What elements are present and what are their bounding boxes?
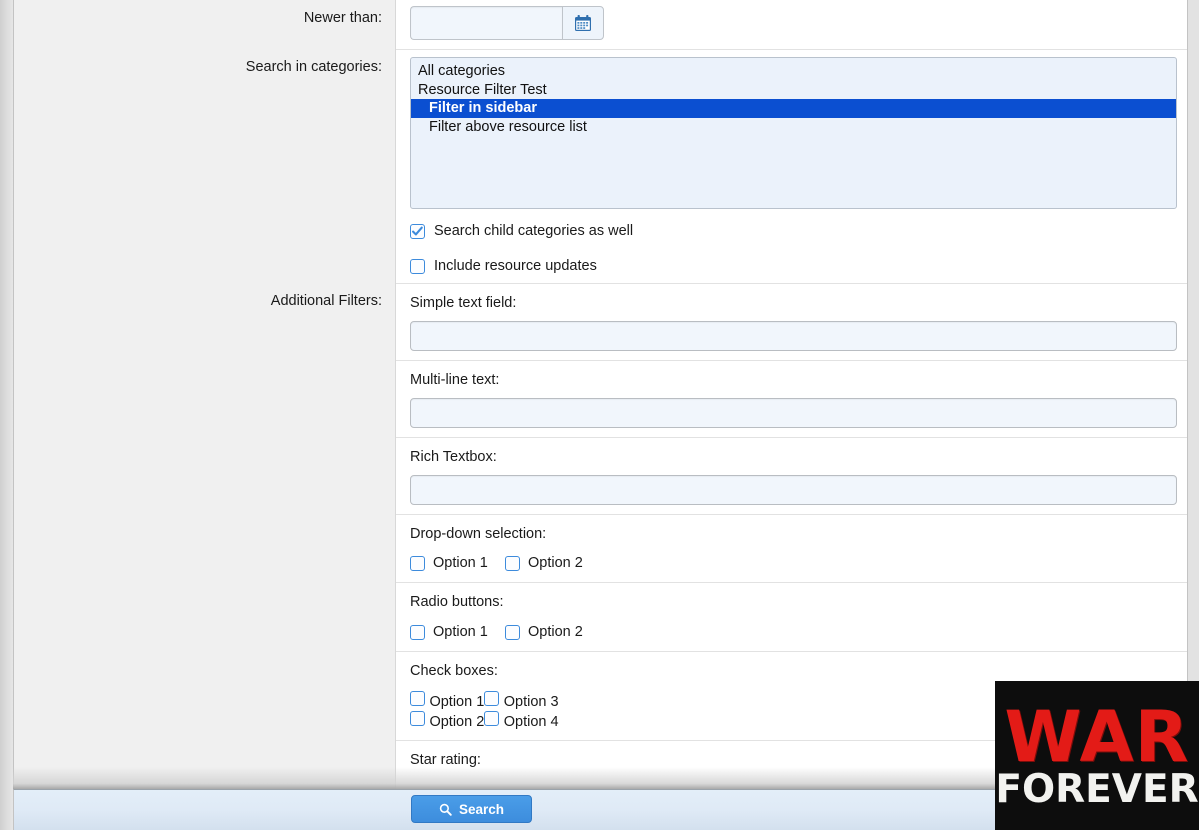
cell-star-rating: Star rating:	[396, 740, 1187, 789]
form-rows: Newer than: Search in categories: All ca…	[14, 0, 1187, 789]
radio-option-label: Option 2	[528, 624, 583, 641]
radio-option[interactable]: Option 1	[410, 624, 505, 640]
label-spacer-multi-line	[14, 360, 396, 378]
form-row-rich-textbox: Rich Textbox:	[14, 436, 1187, 514]
dropdown-option[interactable]: Option 2	[505, 555, 600, 571]
newer-than-date-input[interactable]	[410, 6, 562, 40]
check-boxes-row: Option 2 Option 4	[410, 711, 1177, 731]
form-row-radio-buttons: Radio buttons: Option 1 Option 2	[14, 582, 1187, 652]
listbox-option[interactable]: All categories	[411, 62, 1176, 81]
include-resource-updates-row[interactable]: Include resource updates	[410, 258, 1177, 274]
checkbox-unchecked-icon[interactable]	[410, 555, 425, 571]
cell-search-in-categories: All categories Resource Filter Test Filt…	[396, 49, 1187, 283]
dropdown-option[interactable]: Option 1	[410, 555, 505, 571]
check-box-option[interactable]: Option 2	[410, 711, 484, 731]
dropdown-option-label: Option 2	[528, 555, 583, 572]
form-row-additional-filters: Additional Filters: Simple text field:	[14, 283, 1187, 360]
radio-buttons-label: Radio buttons:	[410, 594, 504, 611]
label-spacer-checkboxes	[14, 651, 396, 669]
date-picker-group	[410, 6, 1177, 40]
listbox-option[interactable]: Filter above resource list	[411, 118, 1176, 137]
simple-text-field-label: Simple text field:	[410, 295, 517, 311]
radio-option[interactable]: Option 2	[505, 624, 600, 640]
checkbox-unchecked-icon[interactable]	[410, 691, 425, 707]
rich-textbox-label: Rich Textbox:	[410, 448, 497, 465]
form-row-check-boxes: Check boxes: Option 1 Option 3 Option 2 …	[14, 651, 1187, 741]
form-row-dropdown-selection: Drop-down selection: Option 1 Option 2	[14, 513, 1187, 583]
label-spacer-dropdown	[14, 514, 396, 532]
check-box-option[interactable]: Option 3	[484, 691, 559, 711]
star-rating-label: Star rating:	[410, 752, 481, 769]
dropdown-option-group: Option 1 Option 2	[410, 551, 1177, 573]
checkbox-unchecked-icon[interactable]	[484, 711, 500, 727]
check-boxes-group: Option 1 Option 3 Option 2 Option 4	[410, 689, 1177, 731]
search-button[interactable]: Search	[411, 795, 532, 823]
cell-simple-text-field: Simple text field:	[396, 283, 1187, 360]
check-boxes-label: Check boxes:	[410, 663, 498, 680]
check-box-option-label: Option 2	[429, 714, 485, 731]
form-row-multi-line-text: Multi-line text:	[14, 359, 1187, 437]
screenshot-root: Newer than: Search in categories: All ca…	[0, 0, 1199, 830]
right-gutter	[1188, 0, 1199, 830]
checkbox-unchecked-icon[interactable]	[410, 258, 425, 274]
check-box-option-label: Option 4	[503, 714, 559, 731]
dropdown-option-label: Option 1	[433, 555, 488, 572]
check-boxes-row: Option 1 Option 3	[410, 691, 1177, 711]
search-form-scroll-area[interactable]: Newer than: Search in categories: All ca…	[13, 0, 1188, 789]
check-box-option-label: Option 1	[429, 694, 485, 711]
check-box-option[interactable]: Option 1	[410, 691, 484, 711]
cell-dropdown-selection: Drop-down selection: Option 1 Option 2	[396, 513, 1187, 583]
search-child-categories-label: Search child categories as well	[434, 223, 634, 239]
checkbox-unchecked-icon[interactable]	[410, 711, 425, 727]
cell-rich-textbox: Rich Textbox:	[396, 436, 1187, 514]
multi-line-text-label: Multi-line text:	[410, 371, 500, 388]
checkbox-unchecked-icon[interactable]	[505, 555, 520, 571]
magnifier-icon	[439, 803, 452, 816]
calendar-icon[interactable]	[562, 6, 604, 40]
form-row-search-in-categories: Search in categories: All categories Res…	[14, 49, 1187, 283]
check-box-option[interactable]: Option 4	[484, 711, 559, 731]
cell-multi-line-text: Multi-line text:	[396, 359, 1187, 437]
check-box-option-label: Option 3	[503, 694, 559, 711]
label-newer-than: Newer than:	[303, 10, 382, 26]
simple-text-field-input[interactable]	[410, 320, 1177, 351]
rich-textbox-input[interactable]	[410, 474, 1177, 505]
dropdown-selection-label: Drop-down selection:	[410, 525, 547, 542]
label-additional-filters: Additional Filters:	[270, 293, 382, 309]
radio-unchecked-icon[interactable]	[410, 624, 425, 640]
multi-line-text-input[interactable]	[410, 397, 1177, 428]
form-row-newer-than: Newer than:	[14, 0, 1187, 49]
search-child-categories-row[interactable]: Search child categories as well	[410, 223, 1177, 239]
label-spacer-radio	[14, 582, 396, 600]
listbox-option-selected[interactable]: Filter in sidebar	[411, 99, 1176, 118]
listbox-option[interactable]: Resource Filter Test	[411, 81, 1176, 100]
include-resource-updates-label: Include resource updates	[434, 258, 597, 274]
radio-option-group: Option 1 Option 2	[410, 620, 1177, 642]
cell-check-boxes: Check boxes: Option 1 Option 3 Option 2 …	[396, 651, 1187, 741]
category-listbox[interactable]: All categories Resource Filter Test Filt…	[410, 57, 1177, 209]
checkbox-unchecked-icon[interactable]	[484, 691, 500, 707]
label-spacer-star-rating	[14, 740, 396, 758]
left-gutter	[0, 0, 13, 830]
checkbox-checked-icon[interactable]	[410, 223, 425, 239]
form-row-star-rating: Star rating:	[14, 740, 1187, 789]
radio-unchecked-icon[interactable]	[505, 624, 520, 640]
label-search-in-categories: Search in categories:	[245, 59, 382, 75]
search-button-label: Search	[458, 801, 505, 817]
form-footer-bar: Search	[13, 789, 1188, 830]
radio-option-label: Option 1	[433, 624, 488, 641]
cell-newer-than	[396, 0, 1187, 49]
cell-radio-buttons: Radio buttons: Option 1 Option 2	[396, 582, 1187, 652]
label-spacer-rich-textbox	[14, 437, 396, 455]
